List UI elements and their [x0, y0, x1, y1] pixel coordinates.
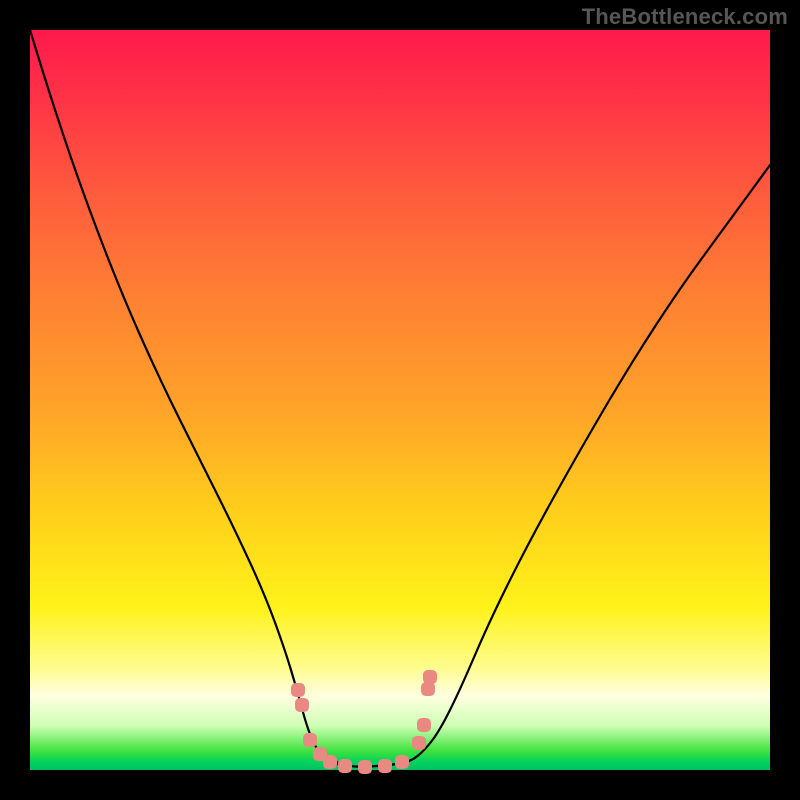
marker-dot — [338, 759, 352, 773]
marker-dot — [291, 683, 305, 697]
marker-dot — [421, 682, 435, 696]
plot-area — [30, 30, 770, 770]
watermark-text: TheBottleneck.com — [582, 4, 788, 30]
marker-dot — [395, 755, 409, 769]
bottleneck-curve — [30, 30, 770, 767]
marker-dot — [295, 698, 309, 712]
marker-dot — [417, 718, 431, 732]
marker-dot — [358, 760, 372, 774]
marker-dot — [378, 759, 392, 773]
marker-dot — [412, 736, 426, 750]
marker-dot — [423, 670, 437, 684]
marker-dot — [303, 733, 317, 747]
marker-dot — [323, 755, 337, 769]
curve-layer — [30, 30, 770, 770]
chart-frame: TheBottleneck.com — [0, 0, 800, 800]
v-curve — [30, 30, 770, 767]
